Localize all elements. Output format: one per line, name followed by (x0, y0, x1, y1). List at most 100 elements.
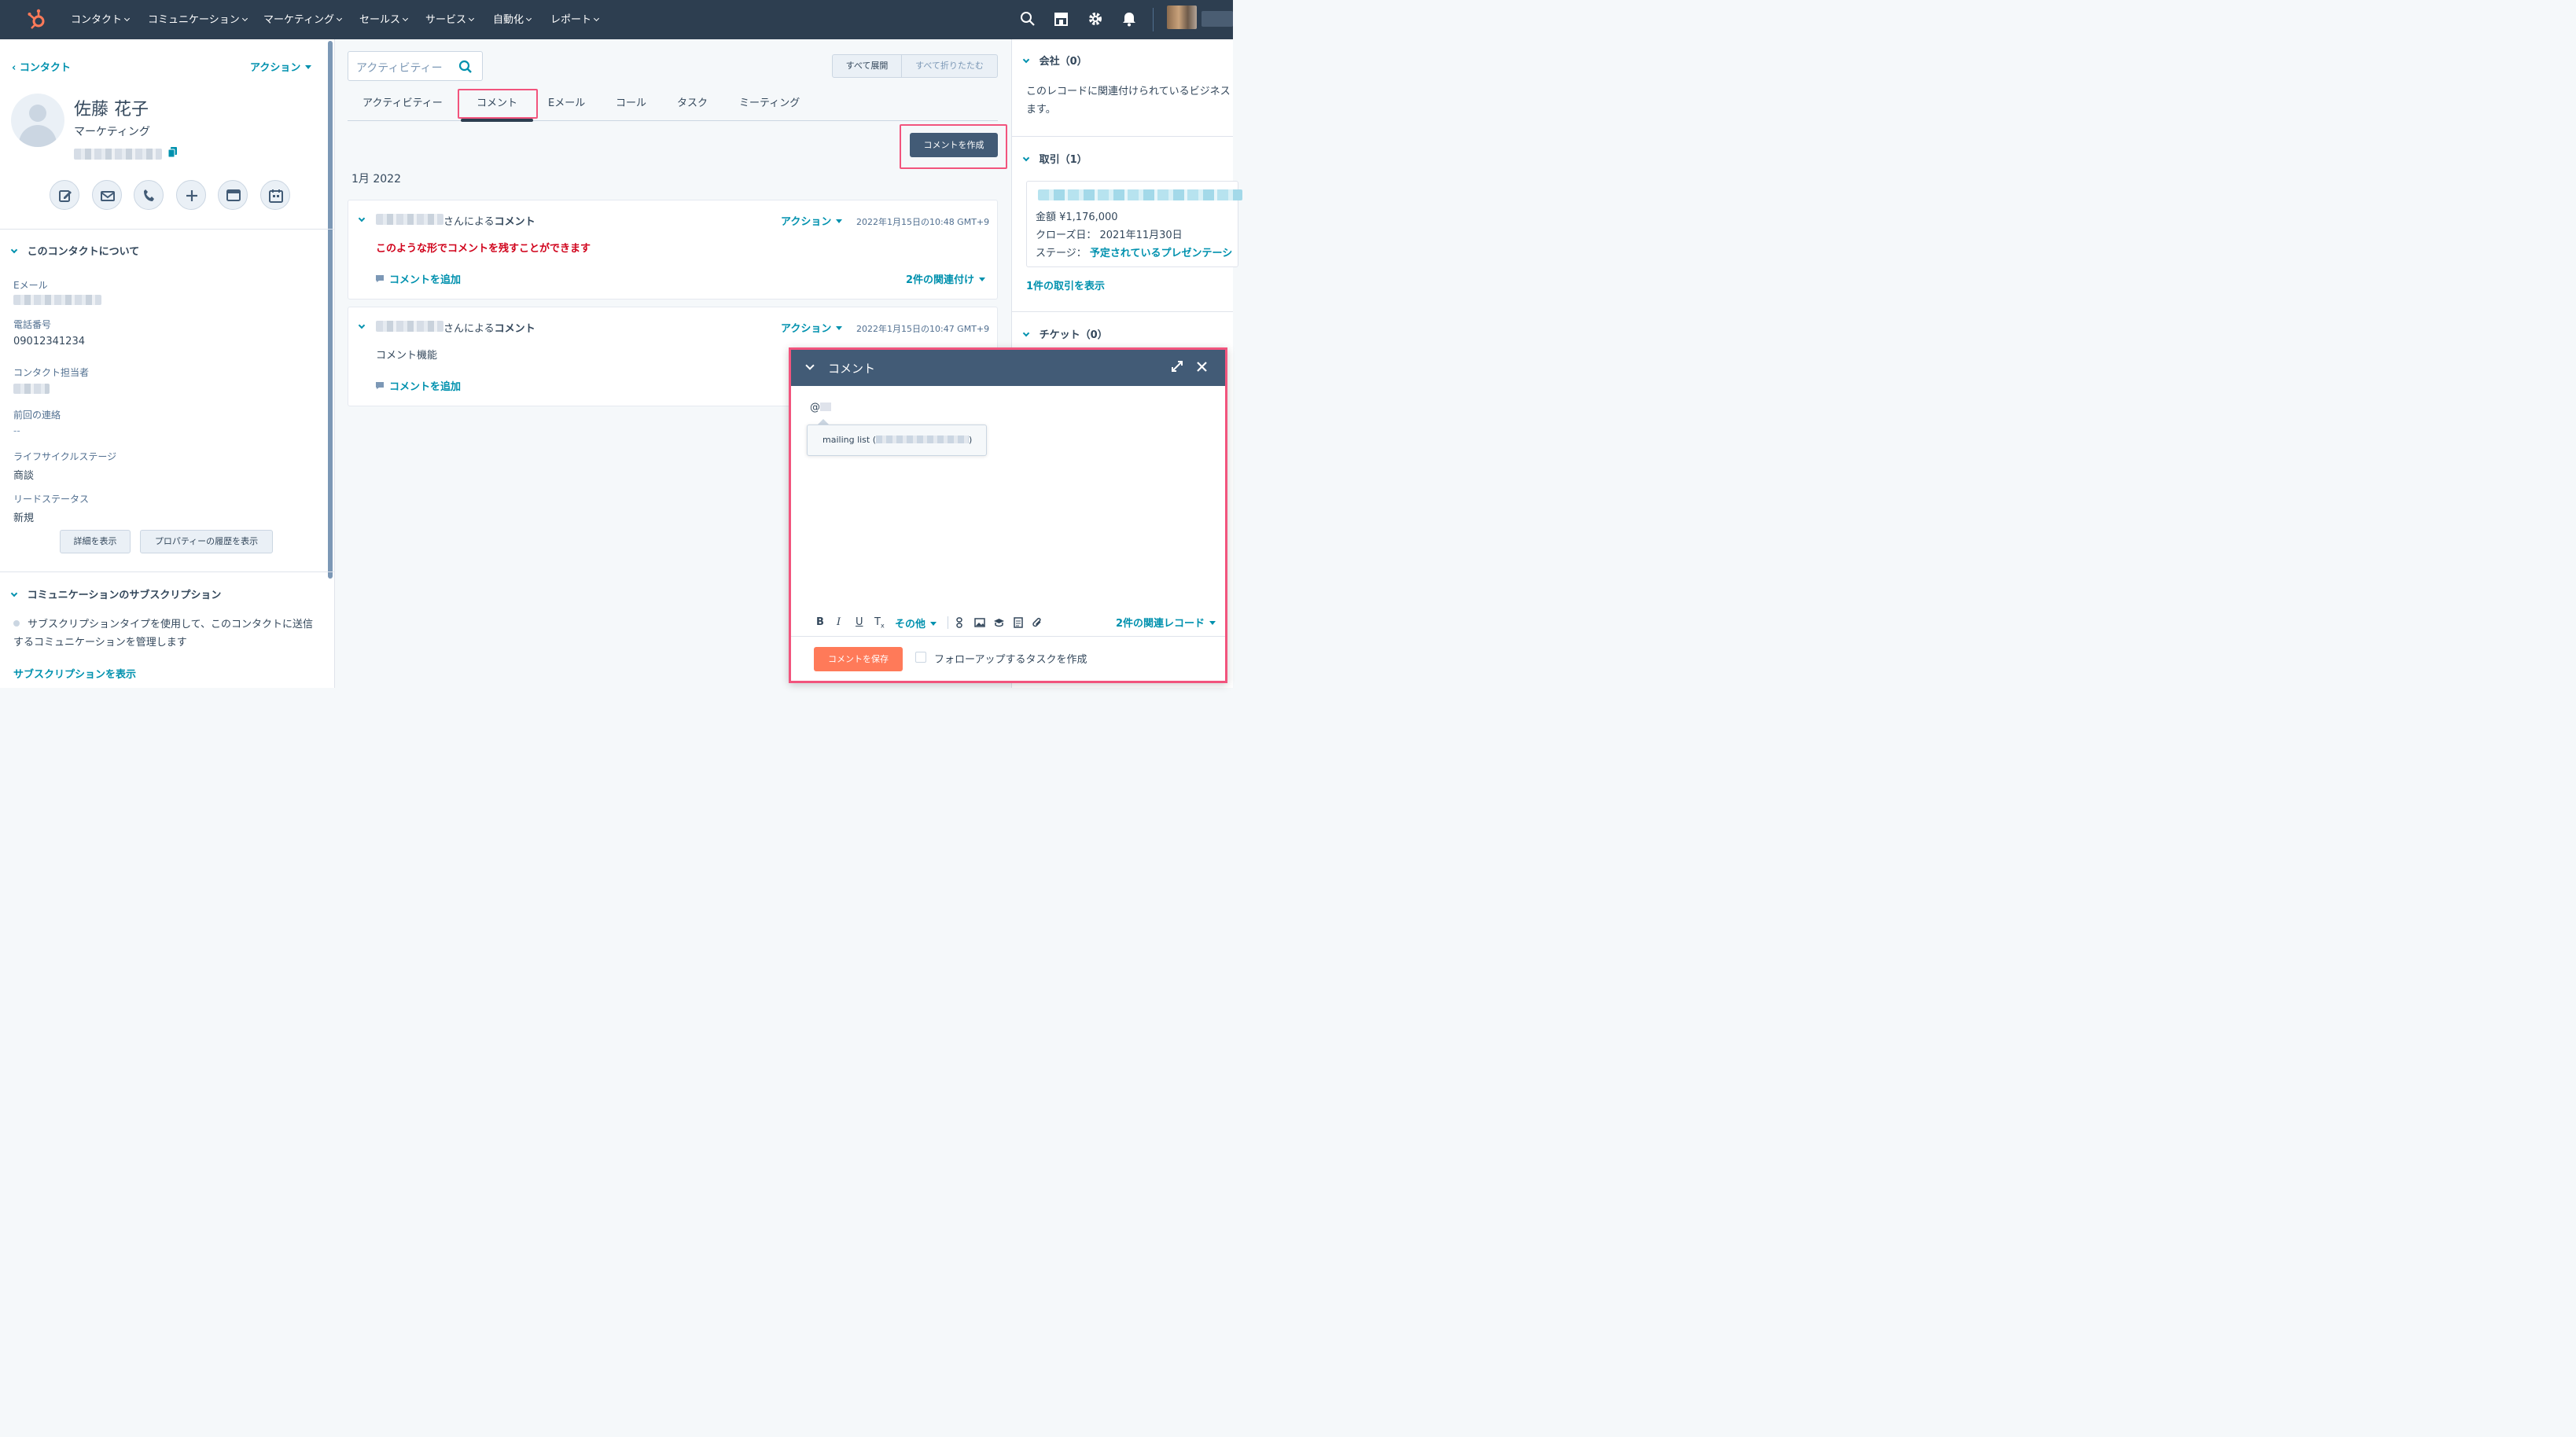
tab-meetings[interactable]: ミーティング (739, 94, 800, 109)
mention-query-redacted (819, 402, 831, 411)
link-icon[interactable] (955, 617, 963, 631)
mention-email-redacted (876, 435, 970, 443)
bold-button[interactable]: B (816, 616, 824, 628)
contact-actions-dropdown[interactable]: アクション (250, 59, 312, 74)
comment-editor-modal: コメント @ mailing list () B I U Tx その他 2件の関… (788, 347, 1227, 683)
note-button[interactable] (49, 179, 79, 210)
author-redacted (375, 320, 443, 332)
collapse-all-button[interactable]: すべて折りたたむ (902, 55, 997, 77)
search-icon[interactable] (1020, 11, 1036, 30)
modal-title: コメント (827, 361, 876, 376)
image-icon[interactable] (974, 618, 985, 630)
mention-suggestion-item[interactable]: mailing list () (822, 435, 972, 445)
nav-service[interactable]: サービス (425, 11, 475, 26)
chevron-down-icon[interactable] (358, 215, 366, 222)
tab-divider (347, 119, 998, 121)
activity-search-input[interactable]: アクティビティー (347, 50, 483, 81)
add-button[interactable] (175, 179, 206, 210)
about-section-header[interactable]: このコンタクトについて (10, 243, 139, 258)
nav-marketing[interactable]: マーケティング (263, 11, 343, 26)
gear-icon[interactable] (1087, 11, 1103, 30)
snippet-icon[interactable] (1014, 617, 1023, 631)
subscription-description: サブスクリプションタイプを使用して、このコンタクトに送信するコミュニケーションを… (13, 618, 313, 649)
add-comment-link[interactable]: コメントを追加 (389, 271, 461, 286)
nav-contacts[interactable]: コンタクト (71, 11, 131, 26)
clear-format-button[interactable]: Tx (874, 616, 885, 630)
tab-tasks[interactable]: タスク (677, 94, 708, 109)
search-placeholder: アクティビティー (355, 61, 443, 75)
pencil-icon (58, 189, 72, 202)
account-name-redacted[interactable] (1201, 10, 1233, 27)
property-value-owner-redacted[interactable] (13, 383, 50, 394)
chevron-down-icon (1022, 56, 1030, 64)
deal-name-redacted[interactable] (1037, 189, 1242, 200)
close-icon[interactable] (1196, 361, 1208, 376)
nav-sales[interactable]: セールス (359, 11, 409, 26)
comment-card: さんによるコメント アクション 2022年1月15日の10:48 GMT+9 こ… (347, 199, 998, 300)
view-details-button[interactable]: 詳細を表示 (59, 529, 131, 553)
underline-button[interactable]: U (856, 616, 863, 628)
view-property-history-button[interactable]: プロパティーの履歴を表示 (139, 529, 273, 553)
property-value-lifecycle[interactable]: 商談 (13, 467, 34, 482)
comment-input[interactable]: @ (810, 402, 831, 413)
tab-email[interactable]: Eメール (548, 94, 585, 109)
attachment-icon[interactable] (1032, 617, 1043, 631)
property-value-lead-status[interactable]: 新規 (13, 509, 34, 524)
tickets-section-header[interactable]: チケット（0） (1022, 326, 1108, 341)
chevron-down-icon (10, 590, 18, 597)
comment-actions-dropdown[interactable]: アクション (781, 213, 843, 228)
followup-task-label[interactable]: フォローアップするタスクを作成 (934, 651, 1087, 666)
comment-bubble-icon (375, 274, 385, 286)
deal-card[interactable]: 金額 ¥1,176,000 クローズ日： 2021年11月30日 ステージ： 予… (1025, 180, 1242, 267)
marketplace-icon[interactable] (1053, 11, 1069, 30)
back-to-contacts-link[interactable]: ‹ コンタクト (12, 59, 71, 74)
envelope-icon (100, 190, 115, 201)
followup-task-checkbox[interactable] (914, 651, 926, 663)
search-icon[interactable] (458, 60, 473, 77)
related-records-dropdown[interactable]: 2件の関連レコード (1116, 615, 1216, 630)
divider (0, 571, 335, 572)
property-label: コンタクト担当者 (13, 366, 90, 378)
nav-reports[interactable]: レポート (550, 11, 600, 26)
nav-automation[interactable]: 自動化 (493, 11, 532, 26)
calendar-icon (268, 189, 283, 203)
expand-all-button[interactable]: すべて展開 (833, 54, 902, 77)
associations-dropdown[interactable]: 2件の関連付け (906, 271, 986, 286)
comment-actions-dropdown[interactable]: アクション (781, 320, 843, 335)
minimize-chevron-icon[interactable] (805, 361, 815, 370)
contact-name[interactable]: 佐藤 花子 (74, 95, 149, 120)
notification-bell-icon[interactable] (1122, 11, 1136, 30)
comment-body[interactable]: このような形でコメントを残すことができます (376, 240, 591, 255)
knowledge-base-icon[interactable] (993, 618, 1005, 630)
copy-icon[interactable] (167, 146, 177, 160)
meeting-button[interactable] (259, 179, 290, 210)
user-avatar[interactable] (1166, 5, 1197, 29)
view-subscriptions-link[interactable]: サブスクリプションを表示 (13, 666, 136, 681)
property-value-email-redacted[interactable] (13, 294, 101, 305)
contact-department: マーケティング (73, 125, 150, 138)
tab-activity[interactable]: アクティビティー (362, 94, 443, 109)
nav-communications[interactable]: コミュニケーション (148, 11, 248, 26)
expand-collapse-group: すべて展開 すべて折りたたむ (831, 53, 998, 78)
tab-calls[interactable]: コール (616, 94, 646, 109)
more-format-dropdown[interactable]: その他 (895, 616, 937, 630)
log-activity-button[interactable] (217, 179, 248, 210)
add-comment-link[interactable]: コメントを追加 (389, 378, 461, 393)
comment-body[interactable]: コメント機能 (376, 347, 437, 362)
email-button[interactable] (91, 179, 122, 210)
expand-icon[interactable] (1171, 360, 1183, 376)
chevron-down-icon[interactable] (358, 322, 366, 329)
property-value-phone[interactable]: 09012341234 (13, 336, 85, 347)
create-comment-button[interactable]: コメントを作成 (909, 132, 998, 157)
plus-icon (186, 189, 197, 201)
call-button[interactable] (133, 179, 164, 210)
subscription-section-header[interactable]: コミュニケーションのサブスクリプション (10, 586, 221, 601)
italic-button[interactable]: I (837, 616, 841, 628)
deals-section-header[interactable]: 取引（1） (1022, 151, 1087, 166)
left-scrollbar[interactable] (327, 40, 333, 579)
hubspot-logo-icon[interactable] (27, 9, 49, 34)
mention-suggestion-dropdown[interactable]: mailing list () (806, 424, 987, 456)
companies-section-header[interactable]: 会社（0） (1022, 53, 1087, 68)
view-deals-link[interactable]: 1件の取引を表示 (1026, 277, 1105, 292)
save-comment-button[interactable]: コメントを保存 (813, 646, 903, 671)
